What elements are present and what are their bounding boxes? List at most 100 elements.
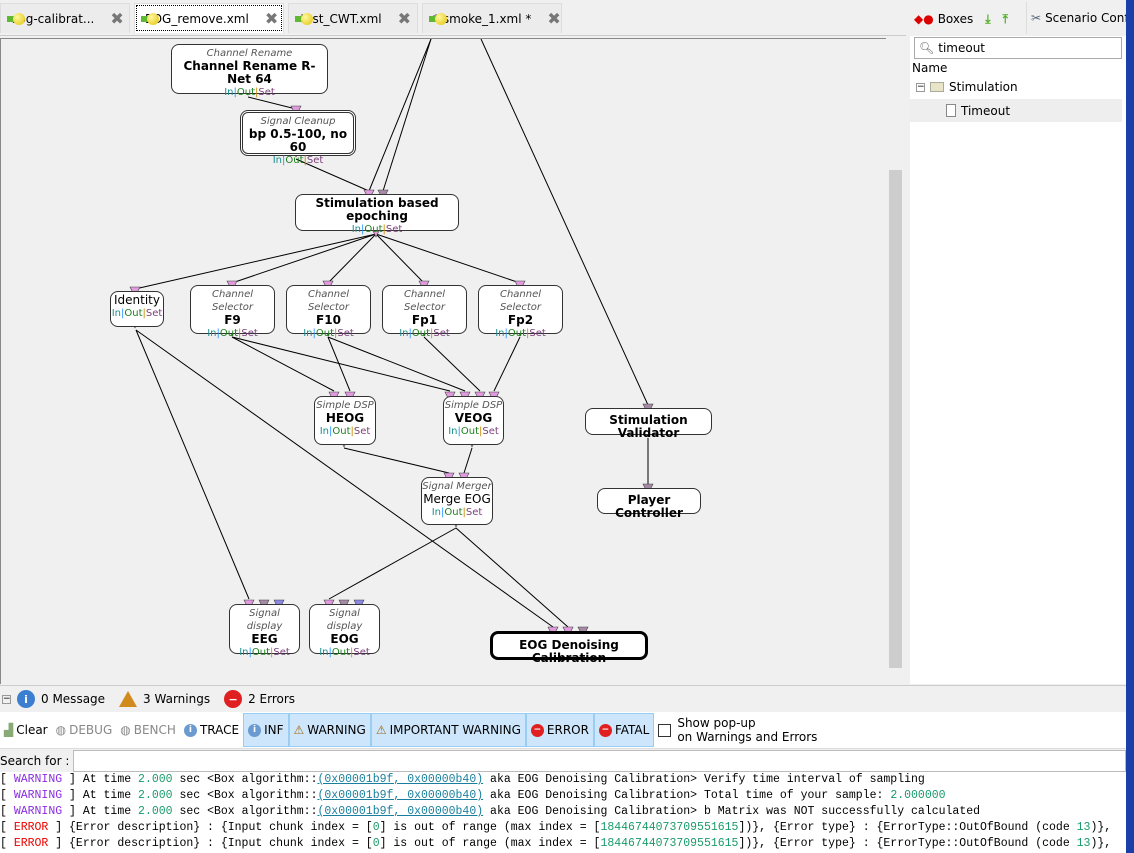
connection-wire[interactable]	[455, 527, 569, 628]
box-denoise[interactable]: EOG Denoising Calibration	[490, 631, 648, 665]
tab-scenario-config[interactable]: ✂ Scenario Confi	[1026, 2, 1132, 34]
connection-wire[interactable]	[375, 233, 425, 284]
box-io: In|Out|Set	[272, 155, 324, 166]
io-out: Out	[124, 308, 143, 319]
io-in: In	[319, 426, 329, 437]
info-icon: i	[183, 723, 197, 737]
box-eog[interactable]: Signal display EOG In|Out|Set	[309, 604, 380, 658]
box-identifier-link[interactable]: (0x00001b9f, 0x00000b40)	[318, 789, 484, 802]
connection-wire[interactable]	[231, 336, 335, 392]
box-type: Signal display	[246, 608, 283, 632]
tab-test-cwt[interactable]: test_CWT.xml ✖	[288, 3, 418, 33]
popup-checkbox[interactable]	[658, 723, 672, 737]
connection-wire[interactable]	[327, 336, 466, 392]
io-out: Out	[411, 328, 430, 339]
collapse-icon[interactable]: −	[2, 694, 11, 704]
connection-wire[interactable]	[375, 233, 521, 284]
clear-button[interactable]: ▟ Clear	[0, 713, 52, 747]
console-log: [ WARNING ] At time 2.000 sec <Box algor…	[0, 772, 1126, 852]
connection-wire[interactable]	[463, 447, 473, 474]
box-merge[interactable]: Signal Merger Merge EOG In|Out|Set	[421, 477, 493, 525]
box-fp2[interactable]: Channel Selector Fp2 In|Out|Set	[478, 285, 563, 339]
box-eeg[interactable]: Signal display EEG In|Out|Set	[229, 604, 300, 658]
close-icon[interactable]: ✖	[110, 9, 123, 28]
box-identifier-link[interactable]: (0x00001b9f, 0x00000b40)	[318, 773, 484, 786]
log-text: ] At time	[62, 773, 139, 786]
log-number: 13	[1076, 837, 1091, 850]
log-text: ] At time	[62, 789, 139, 802]
filter-fatal[interactable]: − FATAL	[593, 713, 655, 747]
scrollbar-thumb[interactable]	[889, 170, 902, 668]
tab-eog-calibration[interactable]: eog-calibrat... ✖	[0, 3, 130, 33]
upload-icon[interactable]: ⤒	[1003, 12, 1008, 27]
box-name: HEOG	[325, 411, 365, 425]
box-name: bp 0.5-100, no 60	[248, 127, 348, 154]
box-search[interactable]: 🔍︎	[914, 37, 1122, 59]
io-in: In	[111, 308, 121, 319]
filter-info[interactable]: i INF	[243, 713, 289, 747]
io-set: Set	[385, 224, 403, 235]
connection-wire[interactable]	[231, 336, 451, 392]
console-search-input[interactable]	[73, 749, 1126, 772]
box-io: In|Out|Set	[431, 507, 483, 518]
box-player[interactable]: Player Controller	[597, 488, 701, 520]
close-icon[interactable]: ✖	[265, 9, 278, 28]
tree-item-timeout[interactable]: Timeout	[910, 99, 1122, 122]
collapse-icon[interactable]: −	[916, 82, 925, 92]
close-icon[interactable]: ✖	[398, 9, 411, 28]
connection-wire[interactable]	[328, 527, 457, 600]
connection-wire[interactable]	[493, 336, 521, 392]
box-fp1[interactable]: Channel Selector Fp1 In|Out|Set	[382, 285, 467, 339]
tree-label: Timeout	[961, 103, 1011, 118]
filter-warning[interactable]: ⚠ WARNING	[288, 713, 371, 747]
box-heog[interactable]: Simple DSP HEOG In|Out|Set	[314, 396, 376, 445]
connection-wire[interactable]	[368, 39, 432, 192]
connection-wire[interactable]	[480, 39, 649, 406]
connection-wire[interactable]	[382, 39, 432, 192]
box-type: Channel Selector	[211, 289, 254, 313]
tree-item-stimulation[interactable]: − Stimulation	[916, 80, 1018, 94]
box-veog[interactable]: Simple DSP VEOG In|Out|Set	[443, 396, 504, 445]
io-set: Set	[465, 507, 483, 518]
io-in: In	[431, 507, 441, 518]
box-epoching[interactable]: Stimulation based epoching In|Out|Set	[295, 194, 459, 235]
log-time: 2.000	[138, 805, 173, 818]
vertical-scrollbar[interactable]	[887, 38, 904, 684]
filter-debug[interactable]: ◍ DEBUG	[52, 713, 117, 747]
io-set: Set	[337, 328, 354, 339]
io-out: Out	[507, 328, 526, 339]
popup-label: on Warnings and Errors	[677, 730, 818, 744]
connection-wire[interactable]	[327, 336, 351, 392]
connection-wire[interactable]	[231, 233, 377, 284]
box-rename[interactable]: Channel Rename Channel Rename R-Net 64 In|…	[171, 44, 328, 98]
filter-bench[interactable]: ◍ BENCH	[116, 713, 180, 747]
box-f10[interactable]: Channel Selector F10 In|Out|Set	[286, 285, 371, 339]
filter-important-warning[interactable]: ⚠ IMPORTANT WARNING	[370, 713, 526, 747]
connection-wire[interactable]	[423, 336, 481, 392]
box-cleanup[interactable]: Signal Cleanup bp 0.5-100, no 60 In|Out|Se…	[240, 110, 356, 166]
box-identity[interactable]: Identity In|Out|Set	[110, 291, 164, 327]
error-count: 2 Errors	[248, 692, 296, 706]
box-f9[interactable]: Channel Selector F9 In|Out|Set	[190, 285, 275, 339]
connection-wire[interactable]	[343, 447, 450, 474]
filter-trace[interactable]: i TRACE	[180, 713, 243, 747]
log-number: 18446744073709551615	[600, 837, 739, 850]
label: FATAL	[614, 723, 650, 737]
filter-error[interactable]: − ERROR	[525, 713, 594, 747]
box-type: Channel Selector	[307, 289, 350, 313]
scenario-tabs: eog-calibrat... ✖ EOG_remove.xml ✖ test_CW…	[0, 0, 906, 36]
connection-wire[interactable]	[327, 233, 377, 284]
scenario-canvas[interactable]: Channel Rename Channel Rename R-Net 64 In|…	[0, 38, 886, 684]
message-count: 0 Message	[41, 692, 106, 706]
popup-toggle[interactable]: Show pop-up on Warnings and Errors	[654, 713, 821, 747]
box-identifier-link[interactable]: (0x00001b9f, 0x00000b40)	[318, 805, 484, 818]
connection-wire[interactable]	[134, 233, 377, 290]
log-level: WARNING	[13, 789, 63, 802]
tab-boxes[interactable]: ◆● Boxes ⤓ ⤒	[914, 4, 1008, 34]
box-search-input[interactable]	[938, 41, 1109, 55]
close-icon[interactable]: ✖	[547, 9, 560, 28]
download-icon[interactable]: ⤓	[985, 12, 990, 27]
tab-smoke[interactable]: * smoke_1.xml * ✖	[422, 3, 562, 33]
tab-eog-remove[interactable]: EOG_remove.xml ✖	[134, 3, 284, 33]
box-validator[interactable]: Stimulation Validator	[585, 408, 712, 440]
